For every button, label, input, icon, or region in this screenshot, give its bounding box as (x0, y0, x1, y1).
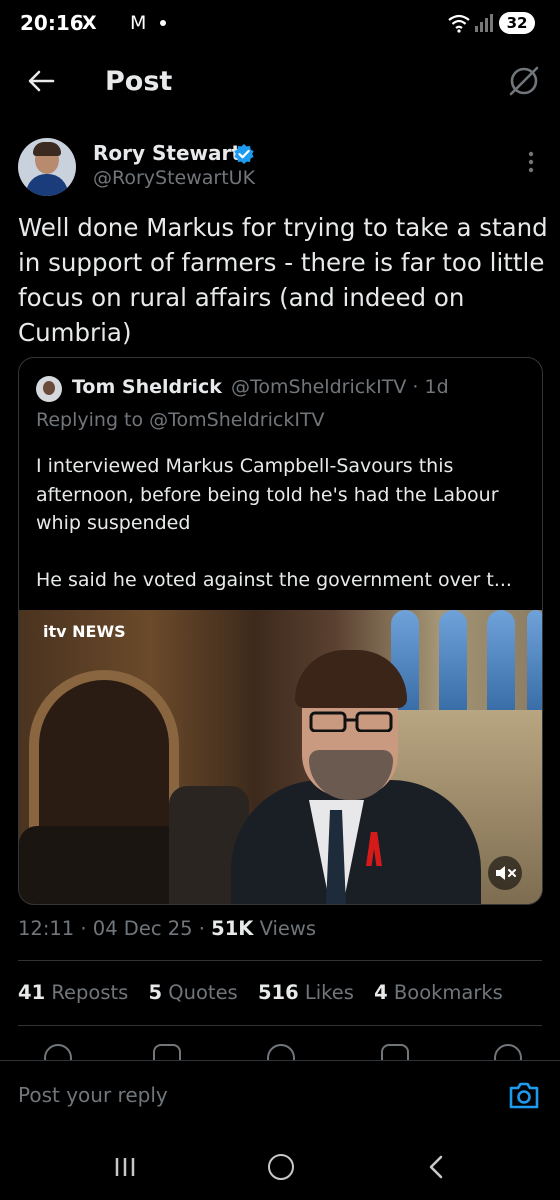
quote-author-handle: @TomSheldrickITV · 1d (231, 376, 449, 398)
likes-stat[interactable]: 516 Likes (258, 981, 354, 1004)
battery-indicator: 32 (499, 12, 535, 34)
bookmarks-stat[interactable]: 4 Bookmarks (374, 981, 503, 1004)
bookmark-icon[interactable] (381, 1044, 409, 1060)
quote-author-avatar (36, 376, 62, 402)
quote-text: I interviewed Markus Campbell-Savours th… (36, 455, 512, 591)
recent-apps-icon[interactable] (113, 1156, 137, 1178)
x-app-icon: X (82, 12, 97, 34)
page-title: Post (105, 66, 173, 97)
back-arrow-icon[interactable] (26, 66, 56, 96)
reply-composer: Post your reply (0, 1060, 560, 1136)
reposts-stat[interactable]: 41 Reposts (18, 981, 128, 1004)
quote-author-name: Tom Sheldrick (72, 376, 222, 398)
home-icon[interactable] (268, 1154, 294, 1180)
reply-input[interactable]: Post your reply (18, 1083, 168, 1107)
views-count: 51K (211, 917, 254, 940)
system-nav-bar (0, 1136, 560, 1200)
views-label: Views (253, 917, 317, 940)
status-time: 20:16 (20, 11, 84, 35)
post-meta: 12:11 · 04 Dec 25 · 51K Views (18, 917, 316, 940)
status-bar: 20:16 X M 32 (0, 0, 560, 48)
more-vertical-icon[interactable] (527, 150, 535, 174)
divider (18, 960, 542, 961)
quotes-stat[interactable]: 5 Quotes (149, 981, 238, 1004)
reply-icon[interactable] (44, 1044, 72, 1060)
share-icon[interactable] (494, 1044, 522, 1060)
mute-icon[interactable] (488, 856, 522, 890)
divider (18, 1025, 542, 1026)
grok-icon[interactable] (507, 64, 541, 98)
replying-to-text: Replying to @TomSheldrickITV (36, 409, 325, 431)
camera-icon[interactable] (508, 1080, 540, 1110)
post-text: Well done Markus for trying to take a st… (18, 213, 548, 347)
itv-news-logo: itv NEWS (43, 622, 126, 641)
system-back-icon[interactable] (426, 1154, 446, 1180)
repost-icon[interactable] (153, 1044, 181, 1060)
gmail-icon: M (130, 12, 147, 34)
post-timestamp: 12:11 · 04 Dec 25 · (18, 917, 212, 940)
notification-dot-icon (160, 20, 166, 26)
wifi-icon (448, 14, 470, 33)
author-name[interactable]: Rory Stewart (93, 141, 241, 165)
signal-icon (475, 14, 493, 32)
top-app-bar: Post (0, 52, 560, 112)
author-avatar[interactable] (18, 138, 76, 196)
action-bar (0, 1040, 560, 1060)
quote-video[interactable]: itv NEWS (19, 610, 542, 904)
quoted-post-card[interactable]: Tom Sheldrick @TomSheldrickITV · 1d Repl… (18, 357, 543, 905)
post-stats: 41 Reposts 5 Quotes 516 Likes 4 Bookmark… (18, 981, 517, 1004)
verified-badge-icon (234, 144, 254, 164)
like-icon[interactable] (267, 1044, 295, 1060)
author-handle[interactable]: @RoryStewartUK (93, 167, 255, 189)
